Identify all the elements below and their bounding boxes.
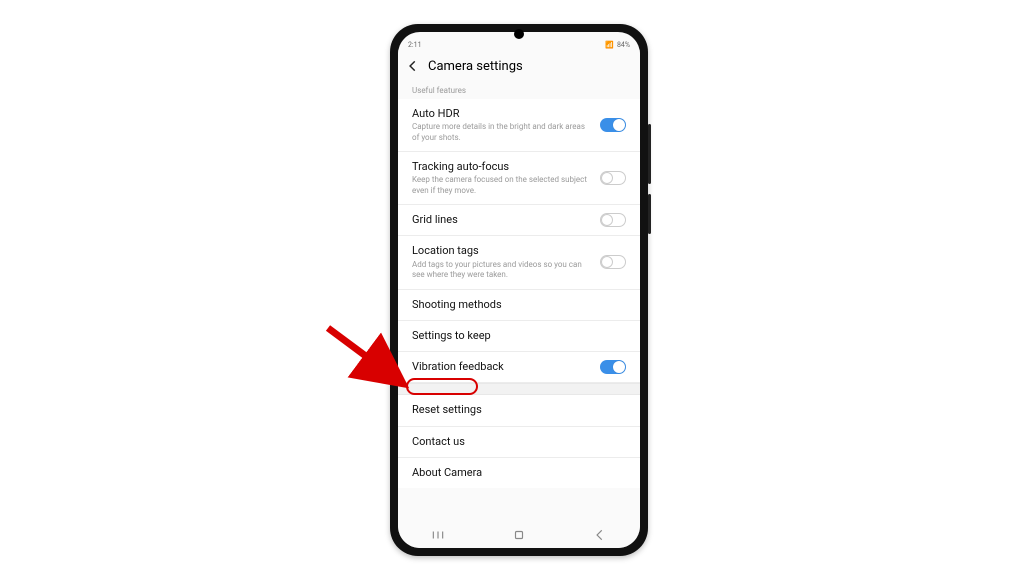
status-time: 2:11 <box>408 41 422 49</box>
settings-keep-title: Settings to keep <box>412 329 618 343</box>
section-useful-features: Useful features <box>398 82 640 99</box>
location-tags-toggle[interactable] <box>600 255 626 269</box>
power-button <box>648 194 651 234</box>
location-tags-sub: Add tags to your pictures and videos so … <box>412 260 592 281</box>
reset-settings-row[interactable]: Reset settings <box>398 395 640 426</box>
location-tags-row[interactable]: Location tags Add tags to your pictures … <box>398 236 640 289</box>
about-title: About Camera <box>412 466 618 480</box>
auto-hdr-sub: Capture more details in the bright and d… <box>412 122 592 143</box>
page-title: Camera settings <box>428 59 523 74</box>
phone-frame: 2:11 📶 84% Camera settings Useful featur… <box>390 24 648 556</box>
volume-button <box>648 124 651 184</box>
front-camera-notch <box>514 29 524 39</box>
android-back-button[interactable] <box>585 528 615 545</box>
grid-lines-toggle[interactable] <box>600 213 626 227</box>
vibration-toggle[interactable] <box>600 360 626 374</box>
location-tags-title: Location tags <box>412 244 592 258</box>
vibration-feedback-row[interactable]: Vibration feedback <box>398 352 640 383</box>
section-gap <box>398 383 640 395</box>
screen: 2:11 📶 84% Camera settings Useful featur… <box>398 32 640 548</box>
grid-lines-title: Grid lines <box>412 213 592 227</box>
header: Camera settings <box>398 50 640 82</box>
back-icon[interactable] <box>404 57 422 75</box>
reset-settings-title: Reset settings <box>412 403 618 417</box>
tracking-af-sub: Keep the camera focused on the selected … <box>412 175 592 196</box>
auto-hdr-title: Auto HDR <box>412 107 592 121</box>
tracking-autofocus-row[interactable]: Tracking auto-focus Keep the camera focu… <box>398 152 640 205</box>
tracking-af-toggle[interactable] <box>600 171 626 185</box>
shooting-methods-row[interactable]: Shooting methods <box>398 290 640 321</box>
settings-list[interactable]: Useful features Auto HDR Capture more de… <box>398 82 640 524</box>
about-camera-row[interactable]: About Camera <box>398 458 640 488</box>
wifi-icon: 📶 <box>605 41 614 49</box>
shooting-methods-title: Shooting methods <box>412 298 618 312</box>
auto-hdr-toggle[interactable] <box>600 118 626 132</box>
settings-to-keep-row[interactable]: Settings to keep <box>398 321 640 352</box>
contact-title: Contact us <box>412 435 618 449</box>
vibration-title: Vibration feedback <box>412 360 592 374</box>
auto-hdr-row[interactable]: Auto HDR Capture more details in the bri… <box>398 99 640 152</box>
android-nav-bar <box>398 524 640 548</box>
recents-button[interactable] <box>423 528 453 545</box>
tracking-af-title: Tracking auto-focus <box>412 160 592 174</box>
contact-us-row[interactable]: Contact us <box>398 427 640 458</box>
battery-text: 84% <box>617 41 630 49</box>
home-button[interactable] <box>504 528 534 545</box>
grid-lines-row[interactable]: Grid lines <box>398 205 640 236</box>
